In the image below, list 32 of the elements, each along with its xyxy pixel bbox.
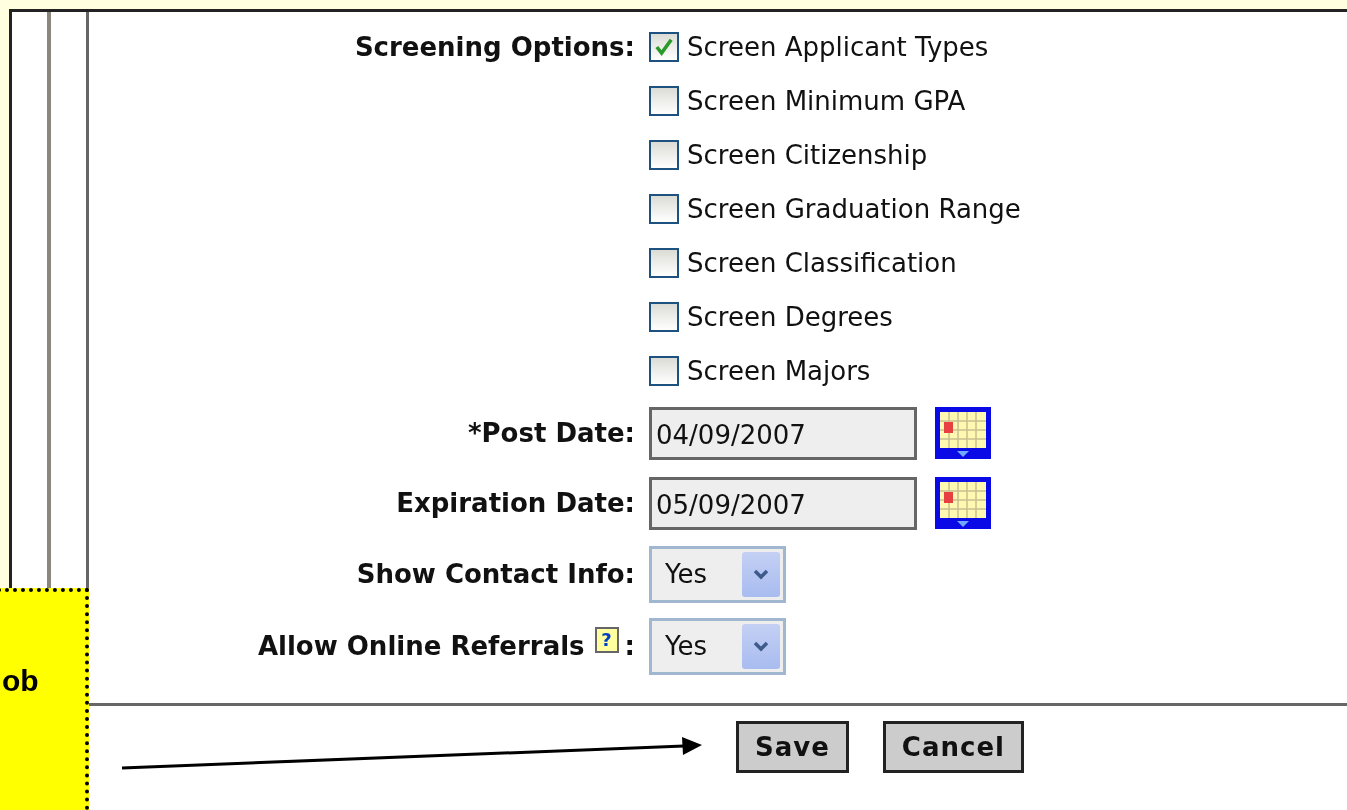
checkbox-label: Screen Applicant Types: [687, 32, 989, 62]
checkbox[interactable]: [649, 86, 679, 116]
checkbox[interactable]: [649, 140, 679, 170]
field-label: Expiration Date:: [395, 487, 635, 520]
checkbox[interactable]: [649, 32, 679, 62]
callout-text: ob: [2, 664, 39, 698]
checkbox[interactable]: [649, 302, 679, 332]
field-label: *Post Date:: [466, 417, 635, 450]
checkbox[interactable]: [649, 356, 679, 386]
dropdown[interactable]: Yes: [649, 617, 786, 675]
checkbox-label: Screen Degrees: [687, 302, 893, 332]
checkbox-label: Screen Majors: [687, 356, 871, 386]
checkbox[interactable]: [649, 194, 679, 224]
cancel-button[interactable]: Cancel: [882, 721, 1024, 773]
save-button[interactable]: Save: [736, 721, 849, 773]
chevron-icon[interactable]: [742, 551, 780, 597]
dropdown[interactable]: Yes: [649, 545, 786, 603]
date-field[interactable]: 05/09/2007: [649, 476, 917, 530]
field-label: Show Contact Info:: [356, 559, 635, 589]
chevron-icon[interactable]: [742, 623, 780, 669]
date-field[interactable]: 04/09/2007: [649, 406, 917, 460]
calendar-icon[interactable]: [935, 407, 991, 459]
field-label: Allow Online Referrals: [257, 631, 585, 661]
label-colon: :: [624, 631, 635, 661]
checkbox[interactable]: [649, 248, 679, 278]
help-icon[interactable]: ?: [594, 627, 619, 653]
checkbox-label: Screen Citizenship: [687, 140, 928, 170]
checkbox-label: Screen Graduation Range: [687, 194, 1021, 224]
calendar-icon[interactable]: [935, 477, 991, 529]
checkbox-label: Screen Minimum GPA: [687, 86, 966, 116]
checkbox-label: Screen Classification: [687, 248, 957, 278]
field-label: Screening Options:: [353, 31, 635, 64]
